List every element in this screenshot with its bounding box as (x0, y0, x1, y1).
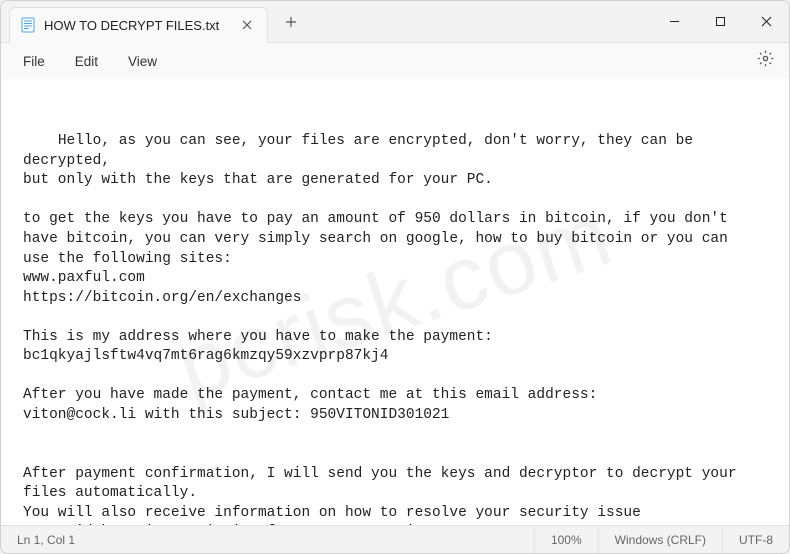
menubar: File Edit View (1, 43, 789, 79)
gear-icon (757, 50, 774, 72)
menu-file[interactable]: File (9, 50, 59, 73)
status-encoding[interactable]: UTF-8 (723, 526, 789, 553)
file-tab[interactable]: HOW TO DECRYPT FILES.txt (9, 7, 268, 43)
notepad-window: HOW TO DECRYPT FILES.txt File Edit View (0, 0, 790, 554)
menu-view[interactable]: View (114, 50, 171, 73)
maximize-button[interactable] (697, 1, 743, 43)
tab-title: HOW TO DECRYPT FILES.txt (44, 18, 219, 33)
text-editor-area[interactable]: pcrisk.com Hello, as you can see, your f… (1, 79, 789, 525)
new-tab-button[interactable] (276, 7, 306, 37)
status-position[interactable]: Ln 1, Col 1 (1, 526, 535, 553)
close-tab-button[interactable] (237, 15, 257, 35)
document-text: Hello, as you can see, your files are en… (23, 133, 737, 525)
close-window-button[interactable] (743, 1, 789, 43)
statusbar: Ln 1, Col 1 100% Windows (CRLF) UTF-8 (1, 525, 789, 553)
window-controls (651, 1, 789, 43)
titlebar: HOW TO DECRYPT FILES.txt (1, 1, 789, 43)
notepad-icon (20, 17, 36, 33)
menu-edit[interactable]: Edit (61, 50, 112, 73)
status-eol[interactable]: Windows (CRLF) (599, 526, 723, 553)
settings-button[interactable] (749, 45, 781, 77)
minimize-button[interactable] (651, 1, 697, 43)
status-zoom[interactable]: 100% (535, 526, 599, 553)
